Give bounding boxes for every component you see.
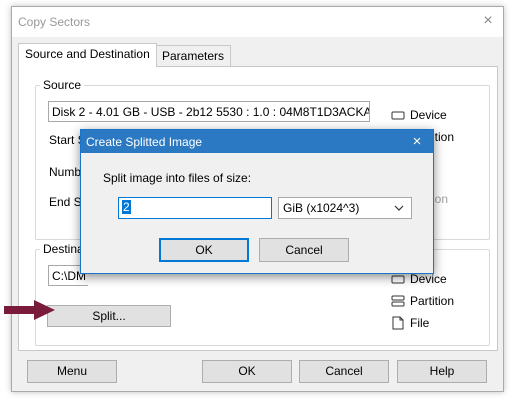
split-size-prompt: Split image into files of size: [103,171,252,185]
cancel-button-label: Cancel [325,364,363,378]
tab-parameters[interactable]: Parameters [155,45,232,67]
help-button-label: Help [429,364,455,378]
destination-option-file[interactable]: File [410,316,429,330]
help-button[interactable]: Help [397,360,487,383]
title-bar: Copy Sectors × [12,7,503,37]
close-icon[interactable]: × [407,132,427,152]
close-icon[interactable]: × [478,11,498,31]
create-splitted-image-dialog: Create Splitted Image × Split image into… [80,129,434,274]
cancel-button[interactable]: Cancel [299,360,389,383]
dialog-cancel-button[interactable]: Cancel [259,238,349,262]
dialog-title: Create Splitted Image [86,135,203,149]
ok-button-label: OK [238,364,256,378]
split-size-value: 2 [122,200,131,214]
destination-option-device[interactable]: Device [410,272,447,286]
tab-source-and-destination[interactable]: Source and Destination [18,43,157,67]
partition-icon [391,295,405,307]
split-button[interactable]: Split... [47,305,171,327]
menu-button-label: Menu [56,364,88,378]
annotation-arrow-icon [4,300,55,320]
chevron-down-icon [394,205,404,211]
file-icon [392,316,404,330]
dialog-cancel-label: Cancel [285,243,323,257]
window-title: Copy Sectors [18,15,91,29]
source-disk-value: Disk 2 - 4.01 GB - USB - 2b12 5530 : 1.0… [52,105,370,119]
source-option-device[interactable]: Device [410,108,447,122]
tab-label: Source and Destination [25,47,150,61]
unit-select[interactable]: GiB (x1024^3) [278,197,412,219]
dialog-title-bar: Create Splitted Image × [81,130,433,153]
split-size-input[interactable]: 2 [118,197,272,219]
device-icon [391,111,405,120]
dialog-ok-label: OK [195,243,213,257]
source-disk-select[interactable]: Disk 2 - 4.01 GB - USB - 2b12 5530 : 1.0… [48,101,370,122]
tab-label: Parameters [162,49,225,63]
unit-select-value: GiB (x1024^3) [283,201,360,215]
split-button-label: Split... [92,309,126,323]
device-icon [391,275,405,284]
ok-button[interactable]: OK [202,360,292,383]
menu-button[interactable]: Menu [27,360,117,383]
destination-option-partition[interactable]: Partition [410,294,454,308]
source-legend: Source [40,78,85,92]
dialog-ok-button[interactable]: OK [159,238,249,262]
